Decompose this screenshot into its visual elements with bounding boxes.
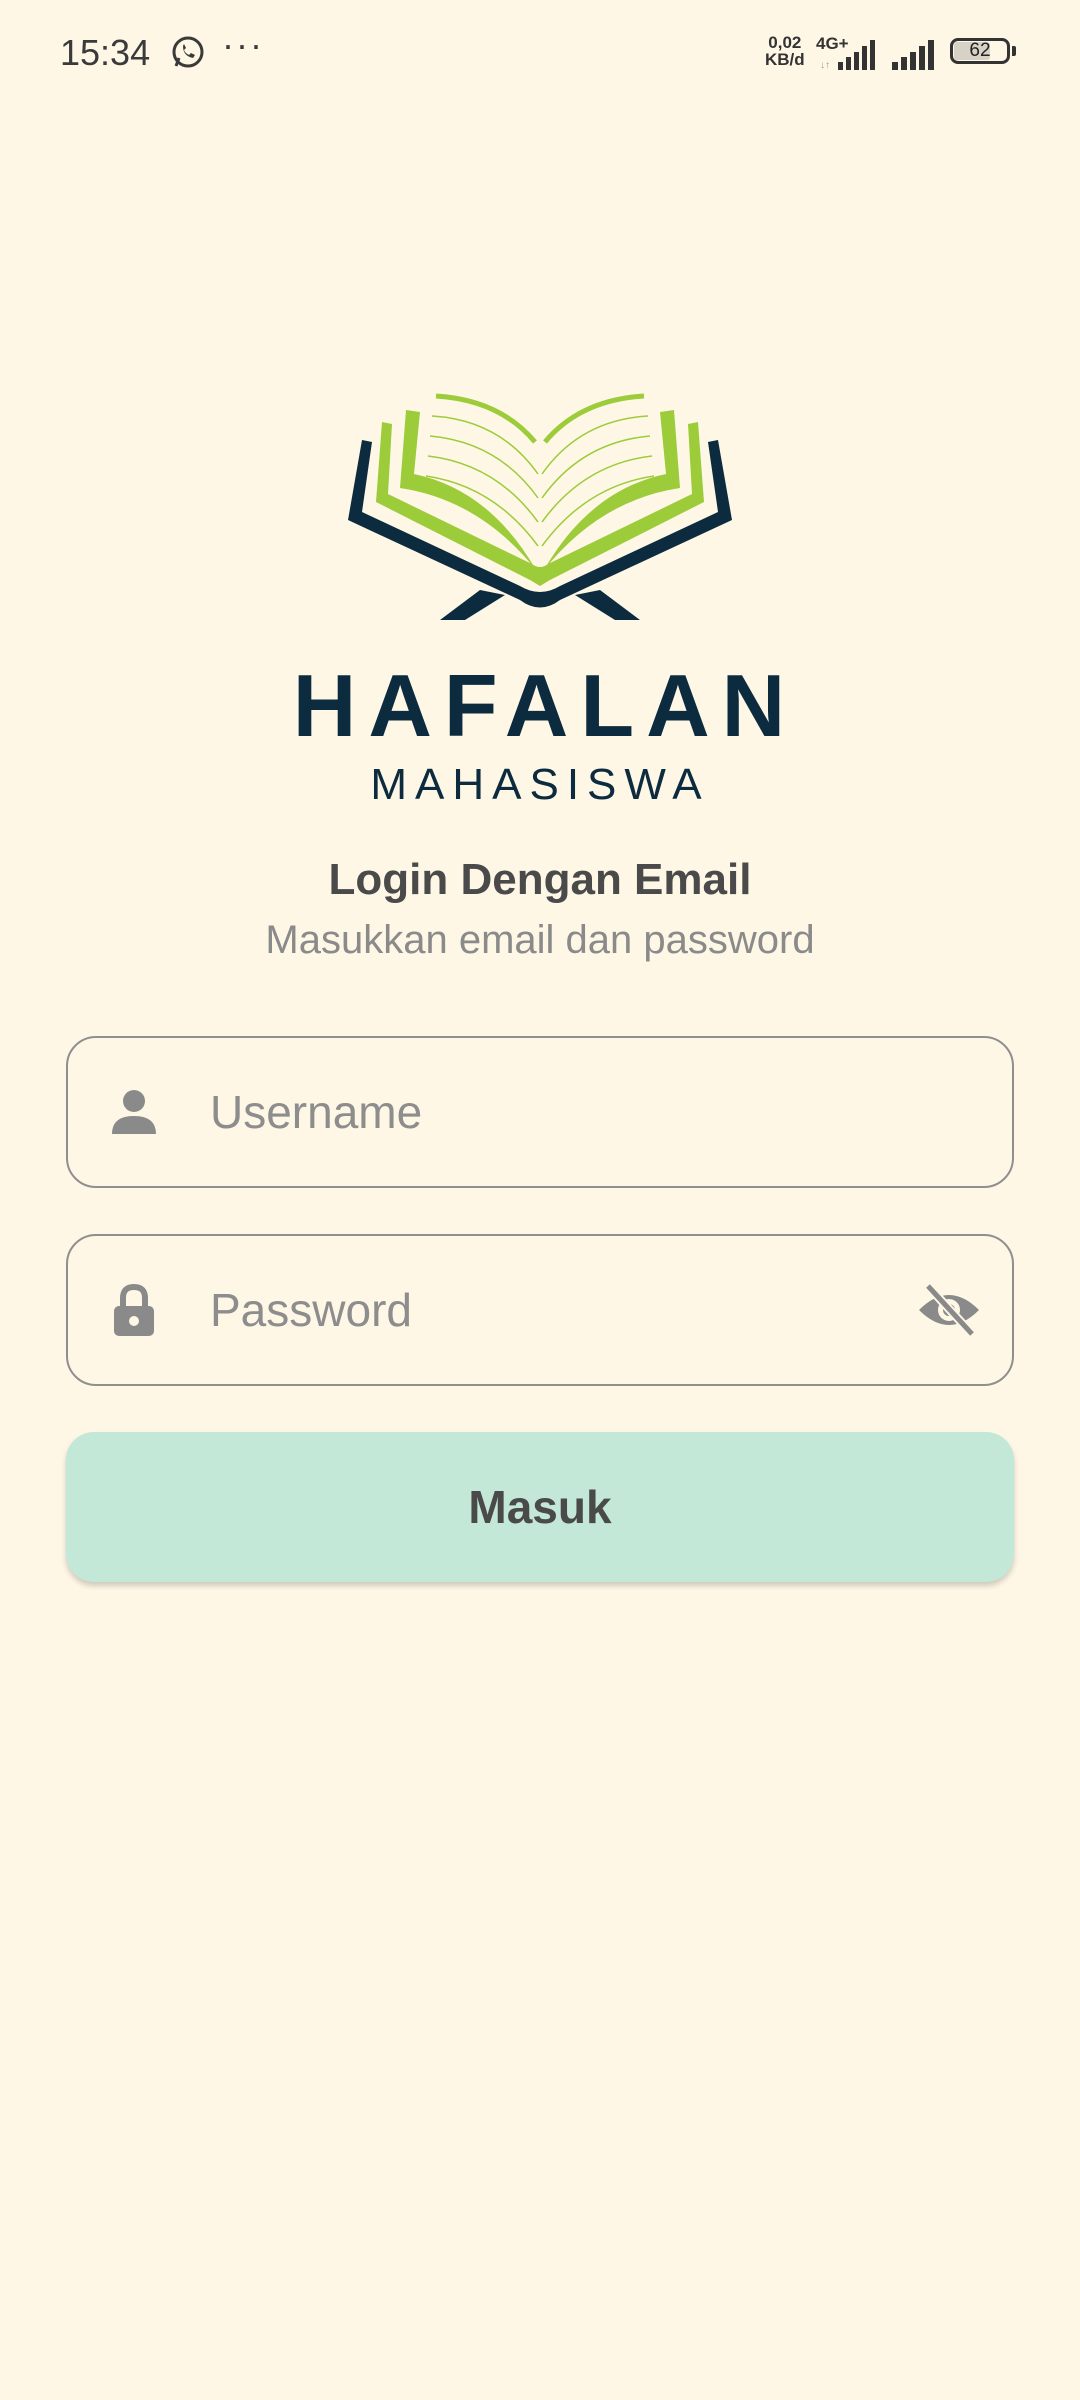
more-notifications-icon: ··· <box>222 24 264 65</box>
username-input[interactable]: Username <box>210 1038 422 1186</box>
app-subtitle: MAHASISWA <box>370 760 710 809</box>
status-bar: 15:34 ··· 0,02 KB/d 4G+ ↓↑ 62 <box>0 0 1080 110</box>
login-subheading: Masukkan email dan password <box>265 918 815 962</box>
signal-icon: ↓↑ <box>820 40 875 70</box>
whatsapp-icon <box>172 36 204 68</box>
login-heading: Login Dengan Email <box>328 855 752 904</box>
network-speed: 0,02 KB/d <box>765 34 805 68</box>
lock-icon <box>114 1283 154 1336</box>
network-speed-value: 0,02 <box>768 33 802 52</box>
svg-text:↓↑: ↓↑ <box>820 60 830 70</box>
battery-icon: 62 <box>950 38 1020 68</box>
battery-level: 62 <box>969 40 991 61</box>
password-input[interactable]: Password <box>210 1236 412 1384</box>
network-speed-unit: KB/d <box>765 50 805 69</box>
eye-off-icon[interactable] <box>916 1282 982 1338</box>
status-time: 15:34 <box>60 32 151 73</box>
app-title: HAFALAN <box>292 656 798 755</box>
signal-icon-sim2 <box>892 40 934 70</box>
person-icon <box>112 1090 156 1134</box>
login-button[interactable]: Masuk <box>66 1432 1014 1582</box>
open-book-logo-icon <box>348 393 732 620</box>
password-field[interactable]: Password <box>66 1234 1014 1386</box>
username-field[interactable]: Username <box>66 1036 1014 1188</box>
